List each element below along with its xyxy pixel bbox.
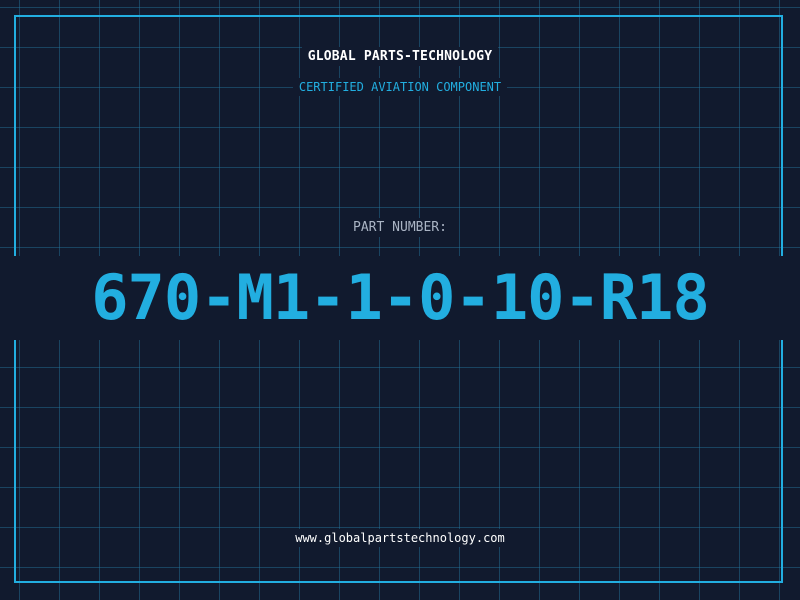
website-url: www.globalpartstechnology.com: [0, 529, 800, 547]
certification-subtitle: CERTIFIED AVIATION COMPONENT: [0, 78, 800, 96]
part-number-value: 670-M1-1-0-10-R18: [91, 261, 710, 334]
company-title: GLOBAL PARTS-TECHNOLOGY: [0, 47, 800, 66]
company-title-text: GLOBAL PARTS-TECHNOLOGY: [301, 47, 499, 66]
label-canvas: GLOBAL PARTS-TECHNOLOGY CERTIFIED AVIATI…: [0, 0, 800, 600]
website-url-text: www.globalpartstechnology.com: [289, 529, 511, 547]
certification-subtitle-text: CERTIFIED AVIATION COMPONENT: [292, 78, 508, 96]
part-number-label-text: PART NUMBER:: [347, 218, 453, 237]
part-number-label: PART NUMBER:: [0, 218, 800, 237]
